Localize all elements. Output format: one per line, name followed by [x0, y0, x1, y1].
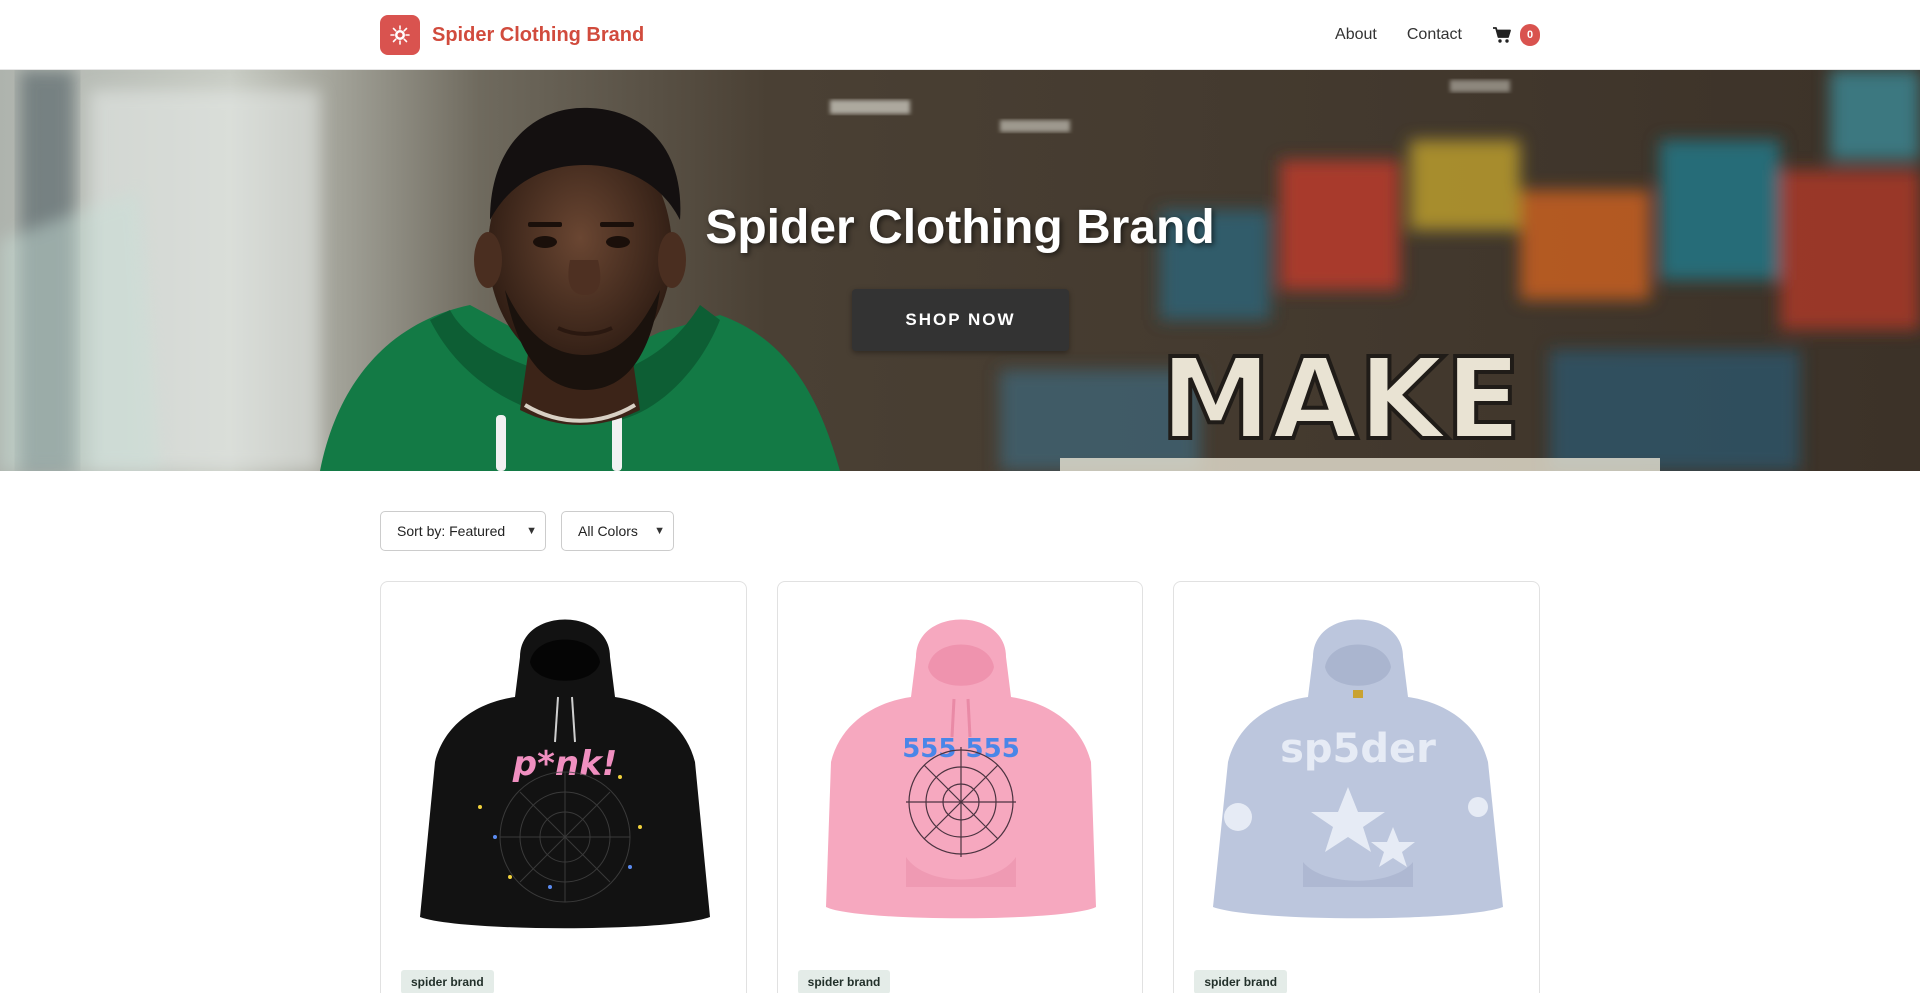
site-header: Spider Clothing Brand About Contact 0	[0, 0, 1920, 70]
nav-about-link[interactable]: About	[1335, 26, 1377, 44]
product-image: sp5der	[1174, 582, 1539, 952]
chevron-down-icon: ▼	[526, 525, 537, 537]
shop-now-button[interactable]: SHOP NOW	[852, 289, 1069, 351]
brand-name: Spider Clothing Brand	[432, 23, 645, 46]
brand-link[interactable]: Spider Clothing Brand	[380, 15, 644, 55]
header-inner: Spider Clothing Brand About Contact 0	[380, 0, 1540, 70]
chevron-down-icon: ▼	[654, 525, 665, 537]
sort-select[interactable]: Sort by: Featured ▼	[380, 511, 546, 551]
cart-count-badge: 0	[1520, 24, 1540, 46]
product-tag: spider brand	[797, 970, 891, 993]
product-card[interactable]: sp5der spider brand	[1173, 581, 1541, 993]
main-nav: About Contact 0	[1335, 24, 1540, 46]
filter-bar: Sort by: Featured ▼ All Colors ▼	[380, 511, 674, 551]
product-image: 555 555	[778, 582, 1143, 952]
hero-banner: MAKE Spider Clothing Brand SHOP NOW	[0, 70, 1920, 471]
color-select[interactable]: All Colors ▼	[561, 511, 674, 551]
product-tag: spider brand	[401, 970, 494, 993]
sort-select-value: Sort by: Featured	[397, 523, 506, 539]
nav-contact-link[interactable]: Contact	[1407, 26, 1462, 44]
product-card[interactable]: 555 555 spider brand	[776, 581, 1144, 993]
hero-title: Spider Clothing Brand	[705, 201, 1215, 254]
hero-background-image: MAKE	[0, 70, 1920, 471]
spider-icon	[380, 15, 420, 55]
product-card[interactable]: p*nk! spider brand	[380, 581, 747, 993]
product-grid: p*nk! spider brand 555 555 spider brand …	[380, 581, 1541, 993]
svg-text:MAKE: MAKE	[1160, 335, 1521, 465]
product-tag: spider brand	[1194, 970, 1288, 993]
product-image: p*nk!	[381, 582, 746, 952]
cart-button[interactable]: 0	[1492, 24, 1540, 46]
svg-text:sp5der: sp5der	[1280, 726, 1436, 772]
cart-icon	[1493, 27, 1511, 43]
color-select-value: All Colors	[578, 523, 638, 539]
